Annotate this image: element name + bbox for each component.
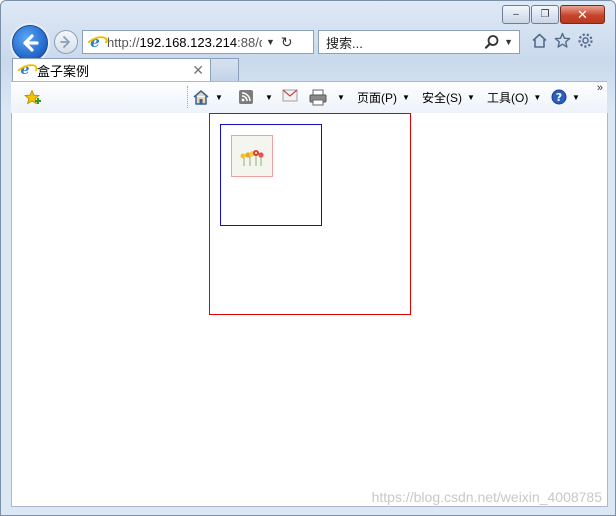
search-icon[interactable]: [484, 34, 500, 50]
home-icon: [193, 90, 209, 105]
help-menu[interactable]: ? ▼: [551, 89, 580, 105]
tools-menu-arrow-icon: ▼: [533, 93, 542, 102]
favorites-star-icon[interactable]: [553, 31, 571, 49]
back-arrow-icon: [23, 34, 39, 52]
new-tab-button[interactable]: [210, 58, 239, 81]
inner-image-box: [231, 135, 273, 177]
svg-text:?: ?: [556, 91, 562, 104]
refresh-button[interactable]: ↻: [281, 34, 293, 51]
safety-menu-arrow-icon: ▼: [467, 93, 475, 102]
command-bar-overflow-button[interactable]: »: [597, 82, 603, 94]
close-window-button[interactable]: ✕: [560, 5, 605, 24]
address-url[interactable]: http://192.168.123.214:88/div: [107, 35, 262, 50]
help-menu-arrow-icon: ▼: [572, 92, 580, 102]
tools-menu-label: 工具(O): [487, 91, 529, 105]
settings-gear-icon[interactable]: [576, 31, 594, 49]
back-button[interactable]: [12, 25, 48, 61]
page-menu[interactable]: 页面(P) ▼: [357, 89, 410, 106]
print-dropdown-icon[interactable]: ▼: [337, 93, 345, 102]
mail-command[interactable]: [282, 89, 298, 102]
address-bar[interactable]: e http://192.168.123.214:88/div ▼ ↻: [82, 30, 314, 54]
print-icon: [309, 89, 327, 106]
ie-logo-icon: e: [87, 34, 103, 50]
command-bar-separator: [187, 86, 188, 108]
minimize-button[interactable]: –: [502, 5, 530, 24]
middle-blue-box: [220, 124, 322, 226]
home-icon[interactable]: [530, 31, 548, 49]
tab-title: 盒子案例: [37, 63, 90, 79]
page-menu-arrow-icon: ▼: [402, 93, 410, 102]
page-content: https://blog.csdn.net/weixin_4008785: [11, 113, 608, 507]
help-icon: ?: [551, 89, 567, 105]
feeds-command[interactable]: ▼: [238, 89, 273, 105]
address-dropdown-button[interactable]: ▼: [266, 37, 275, 47]
add-favorite-icon[interactable]: [24, 89, 42, 107]
rss-feed-icon: [239, 90, 253, 104]
forward-button[interactable]: [54, 30, 78, 54]
search-box[interactable]: 搜索... ▼: [318, 30, 520, 54]
tools-menu[interactable]: 工具(O) ▼: [487, 89, 541, 106]
forward-arrow-icon: [60, 36, 70, 48]
csdn-watermark: https://blog.csdn.net/weixin_4008785: [371, 489, 602, 505]
safety-menu[interactable]: 安全(S) ▼: [422, 89, 475, 106]
search-dropdown-button[interactable]: ▼: [504, 37, 513, 47]
ie-logo-icon: e: [17, 62, 33, 78]
print-command[interactable]: ▼: [309, 89, 345, 106]
command-bar: ▼ ▼ ▼ 页面(P) ▼ 安全(S) ▼ 工具(O) ▼ ? ▼ »: [11, 81, 607, 114]
safety-menu-label: 安全(S): [422, 91, 462, 105]
tab-active[interactable]: e 盒子案例 ✕: [12, 58, 211, 81]
home-command[interactable]: ▼: [192, 89, 223, 106]
home-dropdown-icon[interactable]: ▼: [215, 93, 223, 102]
browser-right-icons: [530, 31, 594, 49]
page-menu-label: 页面(P): [357, 91, 397, 105]
window-caption-buttons: – ❐ ✕: [501, 5, 605, 24]
lollipop-flowers-image: [240, 150, 264, 166]
search-input[interactable]: 搜索...: [326, 33, 484, 52]
mail-icon: [282, 89, 298, 102]
feeds-dropdown-icon[interactable]: ▼: [265, 93, 273, 102]
browser-window: – ❐ ✕ e http://192.168.123.214:88/div ▼ …: [0, 0, 616, 516]
restore-button[interactable]: ❐: [531, 5, 559, 24]
tab-close-button[interactable]: ✕: [192, 62, 204, 79]
outer-red-box: [209, 113, 411, 315]
